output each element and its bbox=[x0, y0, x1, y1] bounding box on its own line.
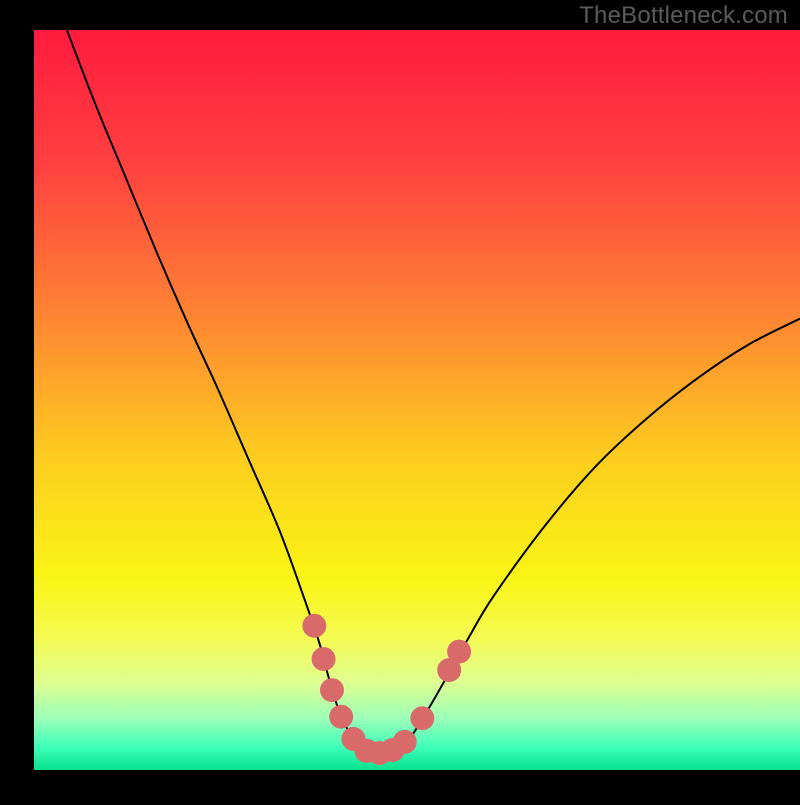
bottleneck-chart: TheBottleneck.com bbox=[0, 0, 800, 800]
chart-svg bbox=[0, 0, 800, 800]
valley-marker bbox=[320, 678, 344, 702]
valley-marker bbox=[302, 614, 326, 638]
valley-marker bbox=[312, 647, 336, 671]
valley-marker bbox=[447, 640, 471, 664]
watermark: TheBottleneck.com bbox=[579, 2, 788, 30]
valley-marker bbox=[410, 706, 434, 730]
valley-marker bbox=[329, 705, 353, 729]
chart-plot-area bbox=[34, 30, 800, 770]
valley-marker bbox=[393, 730, 417, 754]
